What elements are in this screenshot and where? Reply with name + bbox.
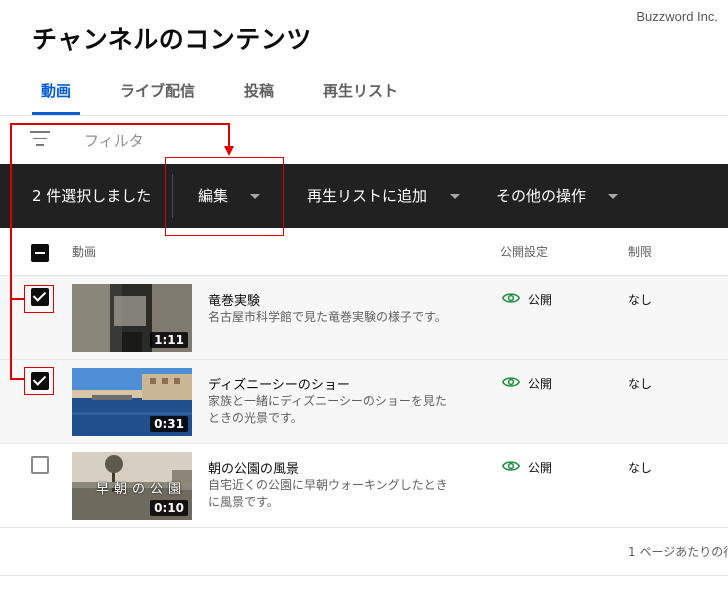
eye-icon [502, 461, 520, 471]
filter-icon[interactable] [30, 131, 50, 149]
row-checkbox[interactable] [31, 456, 49, 474]
add-to-playlist-dropdown-icon[interactable] [450, 194, 460, 199]
annotation-box-checkbox-1 [24, 285, 54, 313]
video-duration: 1:11 [150, 332, 188, 348]
video-title[interactable]: 朝の公園の風景 [208, 458, 299, 477]
bulk-action-bar: 2 件選択しました 編集 再生リストに追加 その他の操作 [0, 164, 728, 228]
annotation-line [228, 123, 230, 147]
header-video[interactable]: 動画 [72, 243, 96, 260]
add-to-playlist-button[interactable]: 再生リストに追加 [307, 185, 427, 206]
table-header: 動画 公開設定 制限 [0, 228, 728, 276]
video-description: 名古屋市科学館で見た竜巻実験の様子です。 [208, 310, 447, 324]
visibility-status[interactable]: 公開 [528, 291, 552, 308]
annotation-box-edit [165, 157, 284, 236]
active-tab-indicator [32, 112, 80, 115]
selection-count: 2 件選択しました [32, 187, 152, 205]
tab-bar: 動画 ライブ配信 投稿 再生リスト [0, 70, 728, 116]
table-row[interactable]: 0:31 ディズニーシーのショー 家族と一緒にディズニーシーのショーを見たときの… [0, 360, 728, 444]
video-thumbnail[interactable]: 1:11 [72, 284, 192, 352]
table-row[interactable]: 1:11 竜巻実験 名古屋市科学館で見た竜巻実験の様子です。 公開 なし [0, 276, 728, 360]
rows-per-page-label: 1 ページあたりの行数 [628, 545, 728, 559]
video-description: 自宅近くの公園に早朝ウォーキングしたときに風景です。 [208, 478, 448, 509]
header-visibility[interactable]: 公開設定 [500, 243, 548, 260]
video-title[interactable]: ディズニーシーのショー [208, 374, 350, 393]
annotation-line [10, 123, 12, 379]
table-row[interactable]: 早朝の公園 0:10 朝の公園の風景 自宅近くの公園に早朝ウォーキングしたときに… [0, 444, 728, 528]
video-description: 家族と一緒にディズニーシーのショーを見たときの光景です。 [208, 394, 447, 425]
more-actions-button[interactable]: その他の操作 [496, 185, 586, 206]
video-thumbnail[interactable]: 早朝の公園 0:10 [72, 452, 192, 520]
more-actions-dropdown-icon[interactable] [608, 194, 618, 199]
eye-icon [502, 377, 520, 387]
eye-icon [502, 293, 520, 303]
tab-live[interactable]: ライブ配信 [120, 80, 195, 101]
restriction-status: なし [628, 461, 653, 475]
annotation-box-checkbox-2 [24, 367, 54, 395]
page-title: チャンネルのコンテンツ [32, 25, 312, 54]
annotation-arrow-icon [224, 146, 234, 156]
thumbnail-caption: 早朝の公園 [96, 482, 187, 497]
select-all-checkbox[interactable] [31, 244, 49, 262]
filter-input[interactable]: フィルタ [84, 130, 144, 151]
tab-posts[interactable]: 投稿 [244, 80, 274, 101]
video-duration: 0:31 [150, 416, 188, 432]
visibility-status[interactable]: 公開 [528, 375, 552, 392]
tab-playlists[interactable]: 再生リスト [323, 80, 398, 101]
restriction-status: なし [628, 293, 653, 307]
video-thumbnail[interactable]: 0:31 [72, 368, 192, 436]
video-duration: 0:10 [150, 500, 188, 516]
pagination-bar: 1 ページあたりの行数 [0, 528, 728, 576]
annotation-line [10, 378, 24, 380]
restriction-status: なし [628, 377, 653, 391]
header-restriction[interactable]: 制限 [628, 243, 652, 260]
video-title[interactable]: 竜巻実験 [208, 290, 260, 309]
visibility-status[interactable]: 公開 [528, 459, 552, 476]
watermark: Buzzword Inc. [636, 9, 718, 24]
annotation-line [10, 123, 229, 125]
annotation-line [10, 298, 24, 300]
tab-videos[interactable]: 動画 [41, 80, 71, 101]
